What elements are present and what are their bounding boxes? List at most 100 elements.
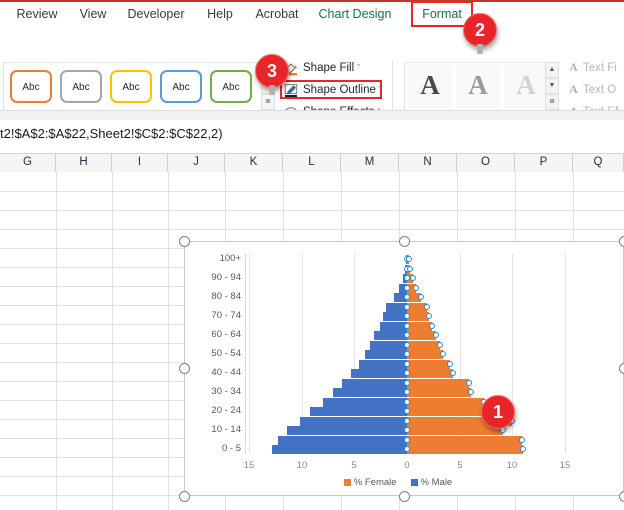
- column-header-O[interactable]: O: [457, 154, 515, 172]
- series-selection-handle[interactable]: [410, 275, 416, 281]
- series-selection-handle[interactable]: [404, 437, 410, 443]
- chart-bar-male[interactable]: [310, 407, 407, 416]
- series-selection-handle[interactable]: [418, 294, 424, 300]
- column-header-I[interactable]: I: [112, 154, 168, 172]
- column-header-P[interactable]: P: [515, 154, 573, 172]
- series-selection-handle[interactable]: [404, 380, 410, 386]
- chart-bar-male[interactable]: [278, 436, 407, 445]
- shape-style-orange[interactable]: Abc: [10, 70, 52, 103]
- ribbon-tab-acrobat[interactable]: Acrobat: [248, 2, 306, 28]
- shape-style-blue[interactable]: Abc: [160, 70, 202, 103]
- shape-style-green[interactable]: Abc: [210, 70, 252, 103]
- ribbon-tab-developer[interactable]: Developer: [120, 2, 192, 28]
- series-selection-handle[interactable]: [404, 351, 410, 357]
- shape-fill-chevron-down-icon[interactable]: ˇ: [357, 63, 360, 73]
- chart-plot-area[interactable]: 100+ 90 - 94 80 - 84 70 - 74 60 - 64 50 - 54 4…: [185, 242, 623, 495]
- chart-bar-male[interactable]: [365, 350, 407, 359]
- series-selection-handle[interactable]: [413, 285, 419, 291]
- chart-bar-male[interactable]: [333, 388, 407, 397]
- series-selection-handle[interactable]: [429, 323, 435, 329]
- chart-legend[interactable]: % Female % Male: [185, 477, 624, 488]
- series-selection-handle[interactable]: [450, 370, 456, 376]
- chart-bar-male[interactable]: [380, 322, 407, 331]
- series-selection-handle[interactable]: [437, 342, 443, 348]
- chart-bar-male[interactable]: [359, 360, 407, 369]
- chart-bar-female[interactable]: [407, 360, 450, 369]
- series-selection-handle[interactable]: [404, 408, 410, 414]
- chart-resize-handle[interactable]: [619, 363, 624, 374]
- shape-style-gray[interactable]: Abc: [60, 70, 102, 103]
- chart-bar-male[interactable]: [323, 398, 407, 407]
- chart-bar-male[interactable]: [351, 369, 407, 378]
- chart-bar-male[interactable]: [374, 331, 407, 340]
- column-header-K[interactable]: K: [225, 154, 283, 172]
- wordart-scroll-controls[interactable]: ▲ ▼ ≣: [545, 62, 559, 111]
- formula-input[interactable]: t2!$A$2:$A$22,Sheet2!$C$2:$C$22,2): [0, 126, 223, 141]
- series-selection-handle[interactable]: [519, 437, 525, 443]
- legend-label[interactable]: % Male: [421, 477, 453, 488]
- wordart-style-mid[interactable]: A: [456, 65, 500, 108]
- chart-bar-female[interactable]: [407, 398, 484, 407]
- wordart-scroll-up-button[interactable]: ▲: [545, 62, 559, 78]
- legend-label[interactable]: % Female: [354, 477, 397, 488]
- series-selection-handle[interactable]: [520, 446, 526, 452]
- chart-bar-male[interactable]: [272, 445, 407, 454]
- wordart-scroll-down-button[interactable]: ▼: [545, 78, 559, 94]
- series-selection-handle[interactable]: [433, 332, 439, 338]
- series-selection-handle[interactable]: [404, 389, 410, 395]
- chart-bar-female[interactable]: [407, 436, 522, 445]
- chart-bar-male[interactable]: [300, 417, 407, 426]
- wordart-style-dark[interactable]: A: [408, 65, 452, 108]
- chart-bar-female[interactable]: [407, 445, 523, 454]
- chart-resize-handle[interactable]: [619, 236, 624, 247]
- gallery-more-button[interactable]: ≣: [261, 94, 275, 110]
- series-selection-handle[interactable]: [447, 361, 453, 367]
- text-fill-button[interactable]: A Text Fi: [567, 59, 617, 78]
- series-selection-handle[interactable]: [466, 380, 472, 386]
- chart-bar-female[interactable]: [407, 331, 436, 340]
- series-selection-handle[interactable]: [404, 323, 410, 329]
- column-header-M[interactable]: M: [341, 154, 399, 172]
- column-header-L[interactable]: L: [283, 154, 341, 172]
- chart-bar-female[interactable]: [407, 379, 469, 388]
- chart-resize-handle[interactable]: [179, 236, 190, 247]
- series-selection-handle[interactable]: [440, 351, 446, 357]
- ribbon-tab-chart-design[interactable]: Chart Design: [314, 2, 396, 28]
- chart-bar-female[interactable]: [407, 369, 453, 378]
- series-selection-handle[interactable]: [424, 304, 430, 310]
- series-selection-handle[interactable]: [406, 256, 412, 262]
- chart-bar-male[interactable]: [342, 379, 407, 388]
- ribbon-tab-view[interactable]: View: [72, 2, 114, 28]
- shape-style-yellow[interactable]: Abc: [110, 70, 152, 103]
- chart-bar-female[interactable]: [407, 388, 471, 397]
- series-selection-handle[interactable]: [404, 418, 410, 424]
- chart-bar-male[interactable]: [287, 426, 407, 435]
- series-selection-handle[interactable]: [468, 389, 474, 395]
- chart-bar-female[interactable]: [407, 426, 503, 435]
- chart-resize-handle[interactable]: [399, 236, 410, 247]
- shape-fill-button[interactable]: Shape Fill ˇ: [284, 59, 360, 78]
- chart-resize-handle[interactable]: [179, 491, 190, 502]
- wordart-style-light[interactable]: A: [504, 65, 548, 108]
- series-selection-handle[interactable]: [426, 313, 432, 319]
- chart-bar-male[interactable]: [370, 341, 407, 350]
- column-header-J[interactable]: J: [168, 154, 225, 172]
- series-selection-handle[interactable]: [404, 361, 410, 367]
- series-selection-handle[interactable]: [407, 266, 413, 272]
- series-selection-handle[interactable]: [404, 342, 410, 348]
- series-selection-handle[interactable]: [404, 446, 410, 452]
- series-selection-handle[interactable]: [404, 427, 410, 433]
- column-header-N[interactable]: N: [399, 154, 457, 172]
- ribbon-tab-review[interactable]: Review: [10, 2, 64, 28]
- chart-bar-female[interactable]: [407, 350, 443, 359]
- chart-resize-handle[interactable]: [179, 363, 190, 374]
- ribbon-tab-help[interactable]: Help: [200, 2, 240, 28]
- chart-object[interactable]: 100+ 90 - 94 80 - 84 70 - 74 60 - 64 50 - 54 4…: [184, 241, 624, 496]
- series-selection-handle[interactable]: [404, 313, 410, 319]
- chart-resize-handle[interactable]: [619, 491, 624, 502]
- series-selection-handle[interactable]: [404, 332, 410, 338]
- formula-bar[interactable]: t2!$A$2:$A$22,Sheet2!$C$2:$C$22,2): [0, 120, 624, 154]
- series-selection-handle[interactable]: [404, 294, 410, 300]
- text-outline-button[interactable]: A Text O: [567, 81, 616, 100]
- column-header-H[interactable]: H: [56, 154, 112, 172]
